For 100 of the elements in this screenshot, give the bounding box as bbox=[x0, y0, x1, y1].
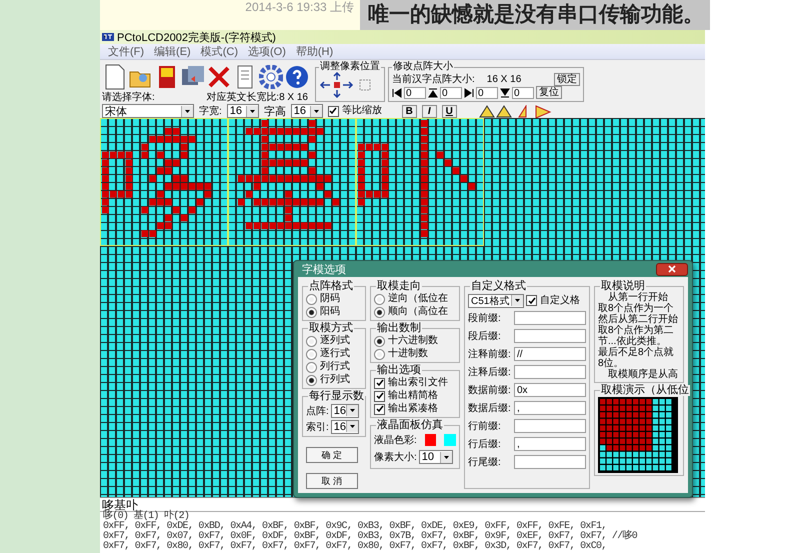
radio-button[interactable] bbox=[306, 306, 317, 318]
size-value: 16 X 16 bbox=[486, 74, 522, 84]
close-button[interactable] bbox=[656, 262, 688, 276]
field-label: 索引: bbox=[306, 420, 329, 434]
radio-button[interactable] bbox=[374, 348, 385, 360]
radio-button[interactable] bbox=[306, 294, 317, 304]
text-field[interactable]: , bbox=[514, 400, 586, 414]
checkbox[interactable] bbox=[526, 295, 537, 306]
text-field[interactable]: 0x bbox=[514, 382, 586, 396]
checkbox[interactable] bbox=[374, 378, 385, 388]
caret-icon[interactable] bbox=[246, 106, 258, 116]
font-label: 请选择字体: bbox=[102, 92, 155, 103]
explain-text: 8位。 bbox=[598, 359, 624, 369]
height-label: 字高 bbox=[264, 104, 286, 118]
text-field[interactable] bbox=[514, 418, 586, 432]
caret-icon[interactable] bbox=[346, 405, 358, 416]
field-label: 数据后缀: bbox=[468, 402, 512, 414]
format-select[interactable]: C51格式 bbox=[468, 294, 524, 308]
field-label: 注释后缀: bbox=[468, 366, 512, 378]
caret-icon[interactable] bbox=[181, 106, 193, 116]
group-title: 取模方式 bbox=[308, 323, 354, 334]
radio-button[interactable] bbox=[374, 306, 385, 318]
caret-icon[interactable] bbox=[511, 295, 523, 306]
menu-item[interactable]: 选项(O) bbox=[248, 44, 286, 59]
offset-field[interactable]: 0 bbox=[404, 86, 426, 98]
text-field[interactable] bbox=[514, 310, 586, 324]
group-title: 液晶面板仿真 bbox=[376, 420, 444, 431]
caret-icon[interactable] bbox=[346, 421, 358, 432]
text-style-button[interactable]: I bbox=[422, 104, 437, 118]
text-style-button[interactable]: B bbox=[402, 104, 417, 118]
caret-icon[interactable] bbox=[310, 106, 322, 116]
hex-line: 0xF7, 0xF7, 0x07, 0xF7, 0x0F, 0xDF, 0xBF, 0xDF, 0xB3, 0x7B, 0xF7, 0xBF, 0x9F, 0xEF, 0xF7, 0xF7, //哆0 bbox=[103, 532, 638, 542]
text-field[interactable] bbox=[514, 364, 586, 378]
width-select[interactable]: 16 bbox=[226, 104, 259, 118]
explain-text: 从第一行开始 bbox=[607, 293, 669, 303]
offset-field[interactable]: 0 bbox=[440, 86, 462, 98]
text-field[interactable] bbox=[514, 454, 586, 468]
checkbox-label: 输出紧凑格 bbox=[388, 403, 438, 415]
group-title: 取模演示（从低位 bbox=[600, 385, 690, 396]
edge-icon bbox=[428, 88, 438, 98]
text-field[interactable]: , bbox=[514, 436, 586, 450]
explain-text: 然后从第二行开始 bbox=[598, 315, 679, 325]
field-label: 行后缀: bbox=[468, 438, 502, 450]
hex-line: 0xF7, 0xF7, 0x80, 0xF7, 0xF7, 0xF7, 0xF7, 0xF7, 0x80, 0xF7, 0xF7, 0xBF, 0x3D, 0xF7, 0xF7, 0xC0, bbox=[103, 542, 608, 552]
reset-button[interactable]: 复位 bbox=[536, 86, 562, 99]
checkbox[interactable] bbox=[374, 404, 385, 414]
hex-line: 0xFF, 0xFF, 0xDE, 0xBD, 0xA4, 0xBF, 0xBF, 0x9C, 0xB3, 0xBF, 0xDE, 0xE9, 0xFF, 0xFF, 0xFE, 0xF1, bbox=[103, 522, 608, 532]
radio-button[interactable] bbox=[374, 294, 385, 304]
text-style-button[interactable]: U bbox=[442, 104, 457, 118]
app-icon bbox=[102, 32, 114, 42]
group-title: 输出数制 bbox=[376, 323, 422, 334]
input-field[interactable]: 哆基卟 bbox=[100, 497, 705, 511]
size-label: 当前汉字点阵大小: bbox=[392, 72, 475, 86]
index-select[interactable]: 16 bbox=[330, 420, 359, 434]
group-title: 调整像素位置 bbox=[319, 62, 381, 72]
caret-icon[interactable] bbox=[440, 452, 452, 462]
edge-icon bbox=[392, 88, 402, 98]
text-field[interactable]: // bbox=[514, 346, 586, 360]
menu-item[interactable]: 模式(C) bbox=[200, 44, 238, 59]
lock-button[interactable]: 锁定 bbox=[554, 72, 580, 86]
field-label: 点阵: bbox=[306, 404, 329, 418]
dot-select[interactable]: 16 bbox=[330, 404, 359, 418]
radio-button[interactable] bbox=[306, 362, 317, 372]
radio-label: 阴码 bbox=[320, 293, 340, 305]
window-title: PCtoLCD2002完美版-(字符模式) bbox=[117, 30, 276, 44]
radio-label: 行列式 bbox=[320, 374, 350, 386]
help-icon[interactable] bbox=[284, 63, 309, 91]
height-select[interactable]: 16 bbox=[290, 104, 323, 118]
color-swatch[interactable] bbox=[424, 434, 436, 446]
menu-item[interactable]: 文件(F) bbox=[108, 44, 144, 59]
upload-time: 2014-3-6 19:33 上传 bbox=[100, 0, 360, 30]
radio-button[interactable] bbox=[306, 374, 317, 386]
radio-label: 十六进制数 bbox=[388, 335, 438, 347]
edge-icon bbox=[464, 88, 474, 98]
menu-item[interactable]: 编辑(E) bbox=[154, 44, 191, 59]
color-swatch[interactable] bbox=[444, 434, 456, 446]
output-text-area[interactable] bbox=[100, 511, 705, 553]
radio-label: 列行式 bbox=[320, 361, 350, 373]
text-field[interactable] bbox=[514, 328, 586, 342]
edge-icon bbox=[500, 88, 510, 98]
offset-field[interactable]: 0 bbox=[512, 86, 534, 98]
checkbox[interactable] bbox=[328, 106, 339, 116]
radio-label: 阳码 bbox=[320, 306, 340, 318]
caption-heading: 唯一的缺憾就是没有串口传输功能。 bbox=[360, 0, 710, 30]
radio-label: 逐列式 bbox=[320, 335, 350, 347]
checkbox-label: 输出精简格 bbox=[388, 390, 438, 402]
explain-text: 节...依此类推。 bbox=[598, 337, 666, 347]
pixel-size-select[interactable]: 10 bbox=[418, 450, 453, 464]
radio-button[interactable] bbox=[374, 336, 385, 346]
menu-item[interactable]: 帮助(H) bbox=[296, 44, 334, 59]
radio-button[interactable] bbox=[306, 348, 317, 360]
radio-button[interactable] bbox=[306, 336, 317, 346]
dialog-button[interactable]: 确 定 bbox=[306, 447, 358, 463]
dialog-button[interactable]: 取 消 bbox=[306, 473, 358, 489]
settings-icon[interactable] bbox=[258, 63, 283, 91]
group-title: 每行显示数 bbox=[308, 391, 365, 402]
checkbox[interactable] bbox=[374, 390, 385, 402]
dialog-title: 字模选项 bbox=[302, 262, 346, 276]
offset-field[interactable]: 0 bbox=[476, 86, 498, 98]
font-select[interactable]: 宋体 bbox=[102, 104, 194, 118]
